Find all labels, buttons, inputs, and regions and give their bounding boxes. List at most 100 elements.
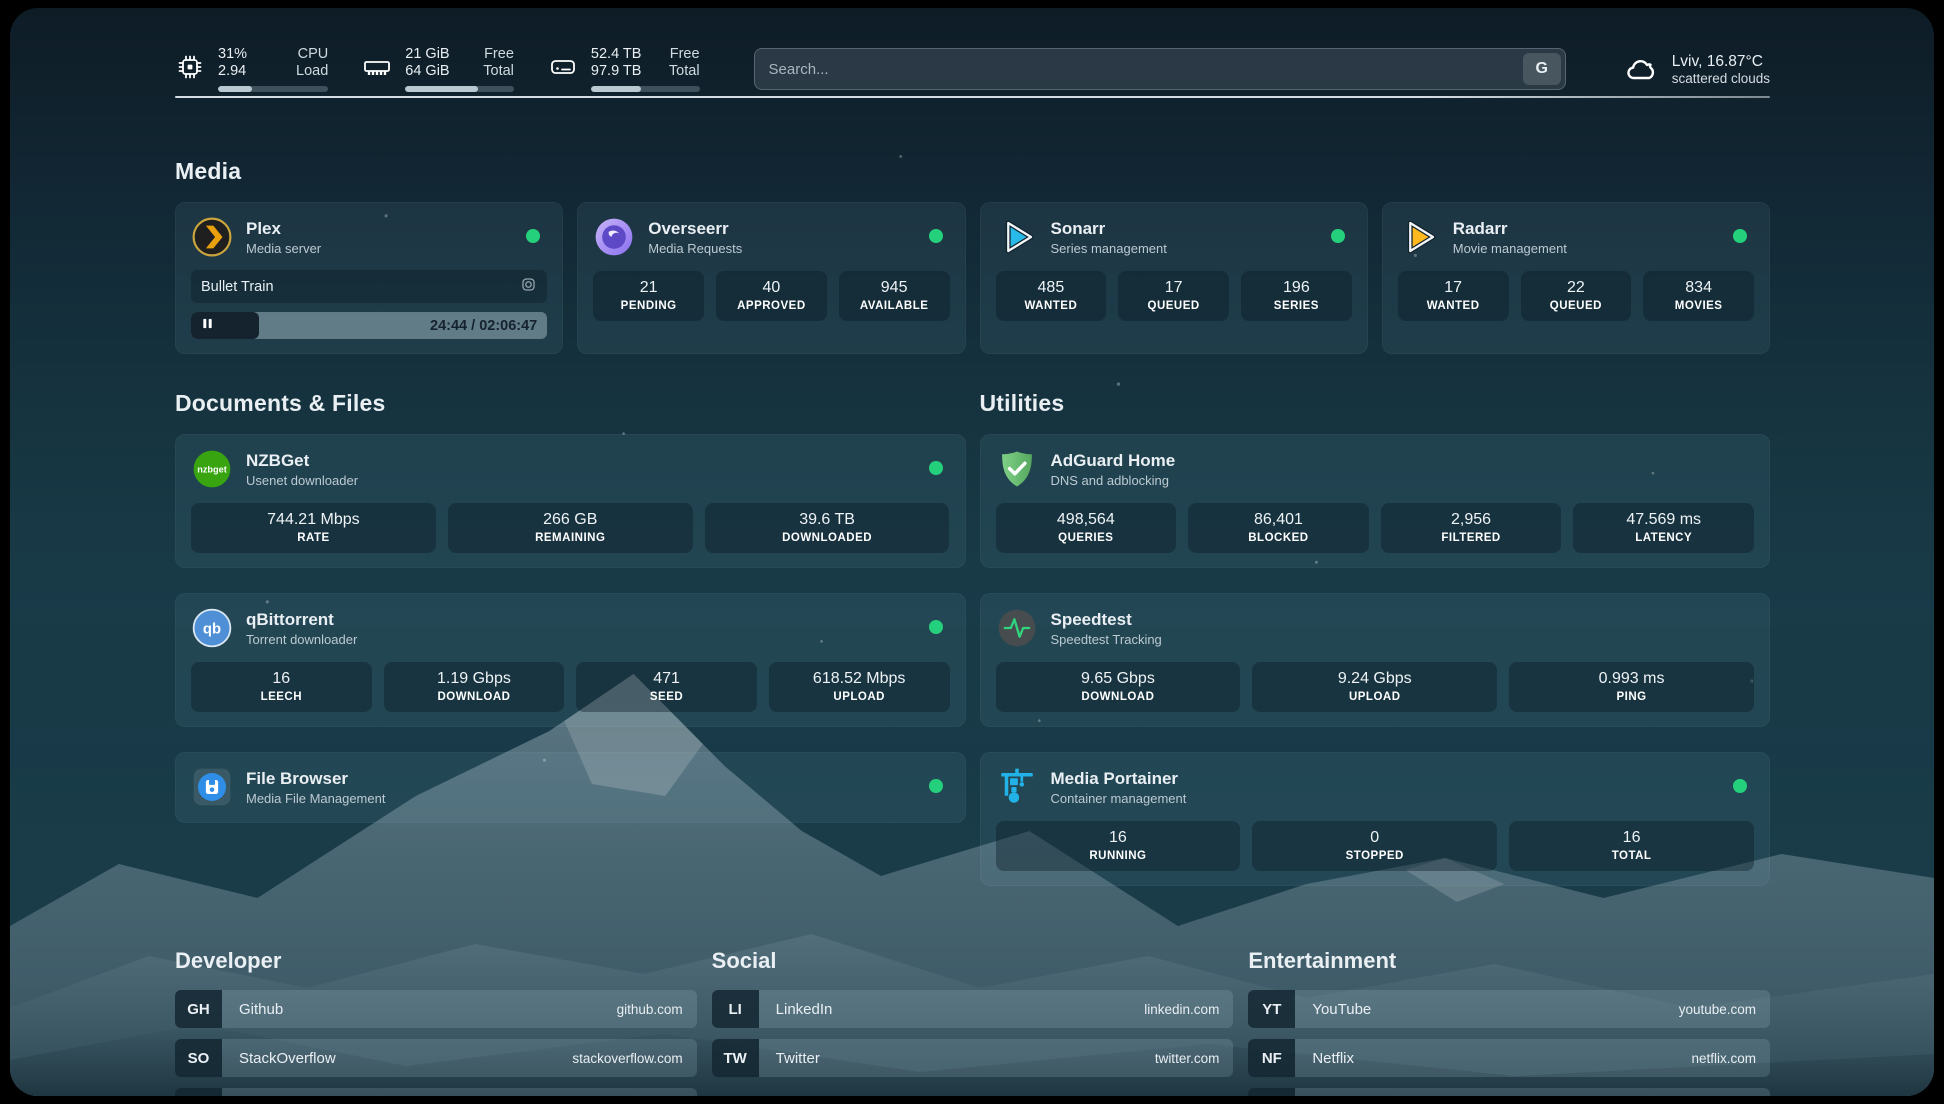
stat-label: WANTED bbox=[1000, 300, 1103, 312]
disk-icon bbox=[548, 52, 578, 87]
bookmark-twitter[interactable]: TW Twitter twitter.com bbox=[712, 1039, 1234, 1077]
stat-value: 0 bbox=[1256, 829, 1493, 847]
stat-downloaded: 39.6 TB DOWNLOADED bbox=[705, 503, 950, 553]
app-card-speedtest[interactable]: Speedtest Speedtest Tracking 9.65 Gbps D… bbox=[980, 593, 1771, 727]
app-card-plex[interactable]: Plex Media server Bullet Train 24:44 / 0… bbox=[175, 202, 563, 354]
bookmark-reddit[interactable]: RE Reddit reddit.com bbox=[1248, 1088, 1770, 1096]
stat-value: 485 bbox=[1000, 279, 1103, 297]
status-online-dot bbox=[1733, 229, 1747, 243]
status-online-dot bbox=[1331, 229, 1345, 243]
app-name: Plex bbox=[246, 218, 321, 239]
cpu-widget: 31%CPU2.94Load bbox=[175, 46, 328, 92]
pause-icon[interactable] bbox=[201, 317, 214, 335]
app-card-file-browser[interactable]: File Browser Media File Management bbox=[175, 752, 966, 823]
stat-label: DOWNLOADED bbox=[709, 532, 946, 544]
bookmark-name: Reddit bbox=[1295, 1088, 1693, 1096]
bookmark-stackoverflow[interactable]: SO StackOverflow stackoverflow.com bbox=[175, 1039, 697, 1077]
stat-value: 266 GB bbox=[452, 511, 689, 529]
cpu-icon bbox=[175, 52, 205, 87]
svg-text:nzbget: nzbget bbox=[197, 465, 227, 475]
stat-label: BLOCKED bbox=[1192, 532, 1365, 544]
stat-value: 196 bbox=[1245, 279, 1348, 297]
weather-widget: Lviv, 16.87°C scattered clouds bbox=[1624, 51, 1770, 87]
app-card-nzbget[interactable]: nzbget NZBGet Usenet downloader 744.21 M… bbox=[175, 434, 966, 568]
app-description: DNS and adblocking bbox=[1051, 473, 1176, 488]
bookmark-netflix[interactable]: NF Netflix netflix.com bbox=[1248, 1039, 1770, 1077]
section-utilities: Utilities AdGuard Home DNS and adblockin… bbox=[980, 390, 1771, 886]
dashboard-window: 31%CPU2.94Load 21 GiBFree64 GiBTotal 52.… bbox=[10, 8, 1934, 1096]
disk-readout: 52.4 TBFree97.9 TBTotal bbox=[591, 46, 700, 92]
cpu-value: 2.94 bbox=[218, 63, 276, 79]
app-description: Container management bbox=[1051, 791, 1187, 806]
stat-ping: 0.993 ms PING bbox=[1509, 662, 1754, 712]
stat-label: FILTERED bbox=[1385, 532, 1558, 544]
cpu-progress-bar bbox=[218, 86, 328, 92]
section-media: Media Plex Media server Bullet Train 24:… bbox=[175, 158, 1770, 354]
playback-progress-bar[interactable]: 24:44 / 02:06:47 bbox=[191, 312, 547, 339]
stat-value: 39.6 TB bbox=[709, 511, 946, 529]
app-card-media-portainer[interactable]: Media Portainer Container management 16 … bbox=[980, 752, 1771, 886]
now-playing-title-row: Bullet Train bbox=[191, 270, 547, 303]
app-card-qbittorrent[interactable]: qb qBittorrent Torrent downloader 16 LEE… bbox=[175, 593, 966, 727]
stat-total: 16 TOTAL bbox=[1509, 821, 1754, 871]
stat-value: 9.65 Gbps bbox=[1000, 670, 1237, 688]
stat-stopped: 0 STOPPED bbox=[1252, 821, 1497, 871]
memory-readout: 21 GiBFree64 GiBTotal bbox=[405, 46, 514, 92]
stat-upload: 9.24 Gbps UPLOAD bbox=[1252, 662, 1497, 712]
search-engine-button[interactable]: G bbox=[1523, 53, 1561, 85]
search-input[interactable] bbox=[769, 61, 1523, 78]
bookmark-group-social: Social LI LinkedIn linkedin.com TW Twitt… bbox=[712, 948, 1234, 1096]
stat-label: UPLOAD bbox=[1256, 691, 1493, 703]
app-description: Series management bbox=[1051, 241, 1167, 256]
app-card-sonarr[interactable]: Sonarr Series management 485 WANTED 17 Q… bbox=[980, 202, 1368, 354]
stat-label: RUNNING bbox=[1000, 850, 1237, 862]
cpu-label: Load bbox=[296, 63, 328, 79]
stat-value: 86,401 bbox=[1192, 511, 1365, 529]
stat-label: SEED bbox=[580, 691, 753, 703]
nzbget-icon: nzbget bbox=[191, 448, 233, 490]
memory-icon bbox=[362, 52, 392, 87]
stat-value: 21 bbox=[597, 279, 700, 297]
search-bar[interactable]: G bbox=[754, 48, 1566, 90]
sonarr-icon bbox=[996, 216, 1038, 258]
stat-label: SERIES bbox=[1245, 300, 1348, 312]
bookmark-group-title: Entertainment bbox=[1248, 948, 1770, 974]
app-name: Speedtest bbox=[1051, 609, 1162, 630]
stat-label: REMAINING bbox=[452, 532, 689, 544]
stat-pending: 21 PENDING bbox=[593, 271, 704, 321]
app-card-adguard-home[interactable]: AdGuard Home DNS and adblocking 498,564 … bbox=[980, 434, 1771, 568]
stat-remaining: 266 GB REMAINING bbox=[448, 503, 693, 553]
stat-value: 834 bbox=[1647, 279, 1750, 297]
stat-value: 47.569 ms bbox=[1577, 511, 1750, 529]
bookmark-youtube[interactable]: YT YouTube youtube.com bbox=[1248, 990, 1770, 1028]
bookmark-github[interactable]: GH Github github.com bbox=[175, 990, 697, 1028]
stat-value: 40 bbox=[720, 279, 823, 297]
memory-value: 64 GiB bbox=[405, 63, 463, 79]
stat-label: PENDING bbox=[597, 300, 700, 312]
stat-available: 945 AVAILABLE bbox=[839, 271, 950, 321]
bookmark-name: StackOverflow bbox=[222, 1039, 572, 1077]
stat-series: 196 SERIES bbox=[1241, 271, 1352, 321]
app-description: Media Requests bbox=[648, 241, 742, 256]
app-name: AdGuard Home bbox=[1051, 450, 1176, 471]
section-title-utilities: Utilities bbox=[980, 390, 1771, 417]
bookmark-name: Github bbox=[222, 990, 617, 1028]
stat-value: 16 bbox=[1000, 829, 1237, 847]
app-card-radarr[interactable]: Radarr Movie management 17 WANTED 22 QUE… bbox=[1382, 202, 1770, 354]
stat-filtered: 2,956 FILTERED bbox=[1381, 503, 1562, 553]
app-description: Media server bbox=[246, 241, 321, 256]
status-online-dot bbox=[929, 229, 943, 243]
bookmark-abbr: NF bbox=[1248, 1039, 1295, 1077]
app-name: Overseerr bbox=[648, 218, 742, 239]
bookmark-linkedin[interactable]: LI LinkedIn linkedin.com bbox=[712, 990, 1234, 1028]
bookmark-abbr: RE bbox=[1248, 1088, 1295, 1096]
stat-label: RATE bbox=[195, 532, 432, 544]
stat-running: 16 RUNNING bbox=[996, 821, 1241, 871]
portainer-icon bbox=[996, 766, 1038, 808]
app-description: Media File Management bbox=[246, 791, 385, 806]
stat-label: TOTAL bbox=[1513, 850, 1750, 862]
bookmark-url: netflix.com bbox=[1691, 1039, 1770, 1077]
bookmark-dev[interactable]: DT DEV dev.to bbox=[175, 1088, 697, 1096]
app-card-overseerr[interactable]: Overseerr Media Requests 21 PENDING 40 A… bbox=[577, 202, 965, 354]
bookmark-name: LinkedIn bbox=[759, 990, 1145, 1028]
